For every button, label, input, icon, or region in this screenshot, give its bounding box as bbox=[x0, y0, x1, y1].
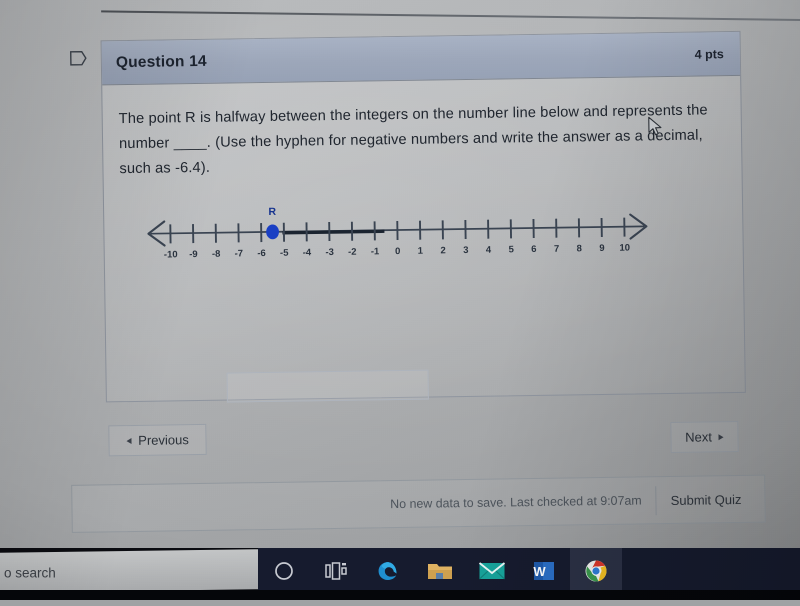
svg-text:8: 8 bbox=[577, 243, 582, 254]
point-r-marker bbox=[266, 224, 279, 239]
taskbar-search-box[interactable]: o search bbox=[0, 549, 258, 593]
windows-taskbar: o search bbox=[0, 548, 800, 600]
question-body: The point R is halfway between the integ… bbox=[102, 76, 743, 272]
svg-text:-8: -8 bbox=[212, 249, 221, 260]
previous-button-label: Previous bbox=[138, 432, 189, 448]
cortana-icon[interactable] bbox=[258, 548, 310, 594]
svg-text:-1: -1 bbox=[371, 246, 380, 257]
svg-text:-9: -9 bbox=[189, 249, 198, 260]
word-icon[interactable]: W bbox=[518, 548, 570, 594]
task-view-icon[interactable] bbox=[310, 548, 362, 594]
flag-outline-icon[interactable] bbox=[70, 51, 87, 66]
mail-icon[interactable] bbox=[466, 548, 518, 594]
svg-text:2: 2 bbox=[440, 245, 445, 256]
svg-text:6: 6 bbox=[531, 244, 536, 255]
chrome-icon[interactable] bbox=[570, 548, 622, 594]
question-points: 4 pts bbox=[695, 47, 724, 61]
answer-input[interactable] bbox=[227, 370, 429, 403]
save-status-bar: No new data to save. Last checked at 9:0… bbox=[71, 475, 766, 533]
svg-text:4: 4 bbox=[486, 245, 492, 256]
chevron-right-icon bbox=[719, 434, 724, 440]
svg-text:-3: -3 bbox=[325, 247, 334, 258]
chevron-left-icon bbox=[126, 438, 131, 444]
svg-text:-6: -6 bbox=[257, 248, 266, 259]
svg-text:-4: -4 bbox=[303, 247, 312, 258]
number-line-figure: -10-9-8-7-6-5-4-3-2-1012345678910 R bbox=[142, 196, 653, 272]
svg-text:-5: -5 bbox=[280, 248, 289, 259]
svg-text:1: 1 bbox=[418, 246, 424, 257]
svg-text:10: 10 bbox=[619, 243, 630, 254]
question-card: Question 14 4 pts The point R is halfway… bbox=[101, 31, 746, 402]
file-explorer-icon[interactable] bbox=[414, 548, 466, 594]
mouse-pointer bbox=[648, 116, 664, 138]
svg-text:3: 3 bbox=[463, 245, 468, 256]
taskbar-app-strip: W bbox=[258, 548, 800, 594]
edge-icon[interactable] bbox=[362, 548, 414, 594]
number-line-svg: -10-9-8-7-6-5-4-3-2-1012345678910 R bbox=[142, 196, 653, 272]
svg-text:0: 0 bbox=[395, 246, 400, 257]
question-title: Question 14 bbox=[116, 52, 207, 71]
taskbar-search-text: o search bbox=[4, 565, 56, 580]
svg-text:9: 9 bbox=[599, 243, 604, 254]
svg-text:-7: -7 bbox=[235, 248, 244, 259]
point-r-label: R bbox=[268, 206, 276, 218]
next-button[interactable]: Next bbox=[670, 421, 738, 453]
svg-text:-10: -10 bbox=[164, 249, 178, 260]
svg-text:7: 7 bbox=[554, 244, 559, 255]
submit-quiz-button[interactable]: Submit Quiz bbox=[655, 484, 754, 514]
previous-button[interactable]: Previous bbox=[108, 424, 206, 456]
svg-text:5: 5 bbox=[508, 244, 514, 255]
save-status-text: No new data to save. Last checked at 9:0… bbox=[390, 493, 642, 511]
question-text: The point R is halfway between the integ… bbox=[119, 98, 722, 182]
svg-text:-2: -2 bbox=[348, 247, 357, 258]
monitor-bezel-edge bbox=[101, 10, 800, 21]
svg-text:W: W bbox=[533, 564, 546, 579]
next-button-label: Next bbox=[685, 429, 712, 444]
